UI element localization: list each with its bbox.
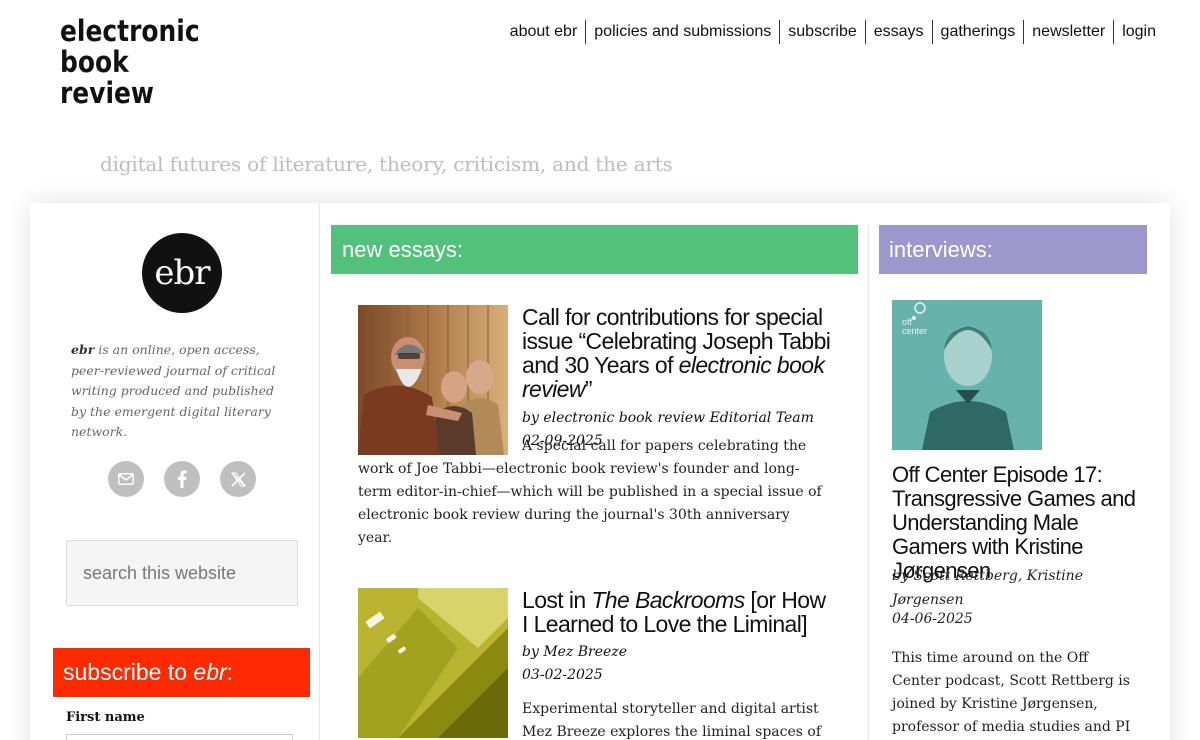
nav-policies[interactable]: policies and submissions bbox=[585, 20, 779, 44]
about-text: ebr is an online, open access, peer-revi… bbox=[71, 340, 286, 443]
essay-title-text: Lost in bbox=[522, 587, 592, 613]
essay-title[interactable]: Lost in The Backrooms [or How I Learned … bbox=[522, 588, 832, 636]
new-essays-section: new essays: Call for contributions for s… bbox=[331, 225, 858, 740]
nav-subscribe[interactable]: subscribe bbox=[779, 20, 864, 44]
facebook-icon[interactable] bbox=[164, 461, 200, 497]
nav-essays[interactable]: essays bbox=[864, 20, 932, 44]
search-box bbox=[66, 540, 298, 606]
site-logo[interactable]: electronic book review bbox=[60, 16, 222, 109]
search-input[interactable] bbox=[67, 541, 297, 605]
ebr-logo-badge[interactable]: ebr bbox=[142, 233, 222, 313]
sidebar: ebr ebr is an online, open access, peer-… bbox=[30, 203, 320, 740]
essay-title-emphasis: The Backrooms bbox=[591, 587, 745, 613]
subscribe-heading: subscribe to ebr: bbox=[53, 648, 310, 697]
logo-line: electronic bbox=[60, 14, 200, 48]
essay-byline[interactable]: by electronic book review Editorial Team bbox=[522, 407, 832, 430]
essay-date: 03-02-2025 bbox=[522, 667, 603, 683]
top-navigation: about ebr policies and submissions subsc… bbox=[502, 20, 1164, 44]
about-description: is an online, open access, peer-reviewed… bbox=[71, 342, 276, 439]
nav-newsletter[interactable]: newsletter bbox=[1023, 20, 1113, 44]
new-essays-heading: new essays: bbox=[331, 225, 858, 274]
essay-body: Lost in The Backrooms [or How I Learned … bbox=[522, 588, 832, 740]
social-links bbox=[108, 461, 256, 497]
column-divider bbox=[868, 225, 869, 740]
essay-byline[interactable]: by Mez Breeze bbox=[522, 641, 832, 664]
site-tagline: digital futures of literature, theory, c… bbox=[100, 152, 673, 176]
logo-line: review bbox=[60, 76, 154, 110]
interviews-heading: interviews: bbox=[879, 225, 1147, 274]
essay-body: Call for contributions for special issue… bbox=[522, 305, 832, 453]
first-name-label: First name bbox=[66, 710, 145, 725]
essay-excerpt: Experimental storyteller and digital art… bbox=[522, 701, 822, 740]
interviews-section: interviews: off center Off Center Episod… bbox=[879, 225, 1147, 735]
interview-thumbnail[interactable]: off center bbox=[892, 300, 1042, 450]
subscribe-prefix: subscribe to bbox=[63, 659, 194, 685]
logo-line: book bbox=[60, 45, 129, 79]
essay-thumbnail[interactable] bbox=[358, 305, 508, 455]
subscribe-suffix: : bbox=[226, 659, 234, 685]
email-icon[interactable] bbox=[108, 461, 144, 497]
interview-date: 04-06-2025 bbox=[892, 611, 973, 627]
essay-excerpt: A special call for papers celebrating th… bbox=[358, 438, 822, 546]
content-card: ebr ebr is an online, open access, peer-… bbox=[30, 203, 1170, 740]
subscribe-brand: ebr bbox=[193, 659, 227, 685]
interview-byline[interactable]: by Scott Rettberg, Kristine Jørgensen bbox=[892, 564, 1122, 612]
nav-login[interactable]: login bbox=[1113, 20, 1164, 44]
interview-excerpt: This time around on the Off Center podca… bbox=[892, 650, 1131, 735]
essay-title-tail: ” bbox=[584, 376, 593, 402]
off-center-mark: off center bbox=[902, 317, 928, 336]
nav-gatherings[interactable]: gatherings bbox=[931, 20, 1024, 44]
essay-title[interactable]: Call for contributions for special issue… bbox=[522, 305, 832, 401]
x-icon[interactable] bbox=[220, 461, 256, 497]
nav-about[interactable]: about ebr bbox=[502, 20, 586, 44]
essay-thumbnail[interactable] bbox=[358, 588, 508, 738]
about-brand: ebr bbox=[71, 342, 95, 357]
first-name-field[interactable] bbox=[66, 734, 293, 740]
